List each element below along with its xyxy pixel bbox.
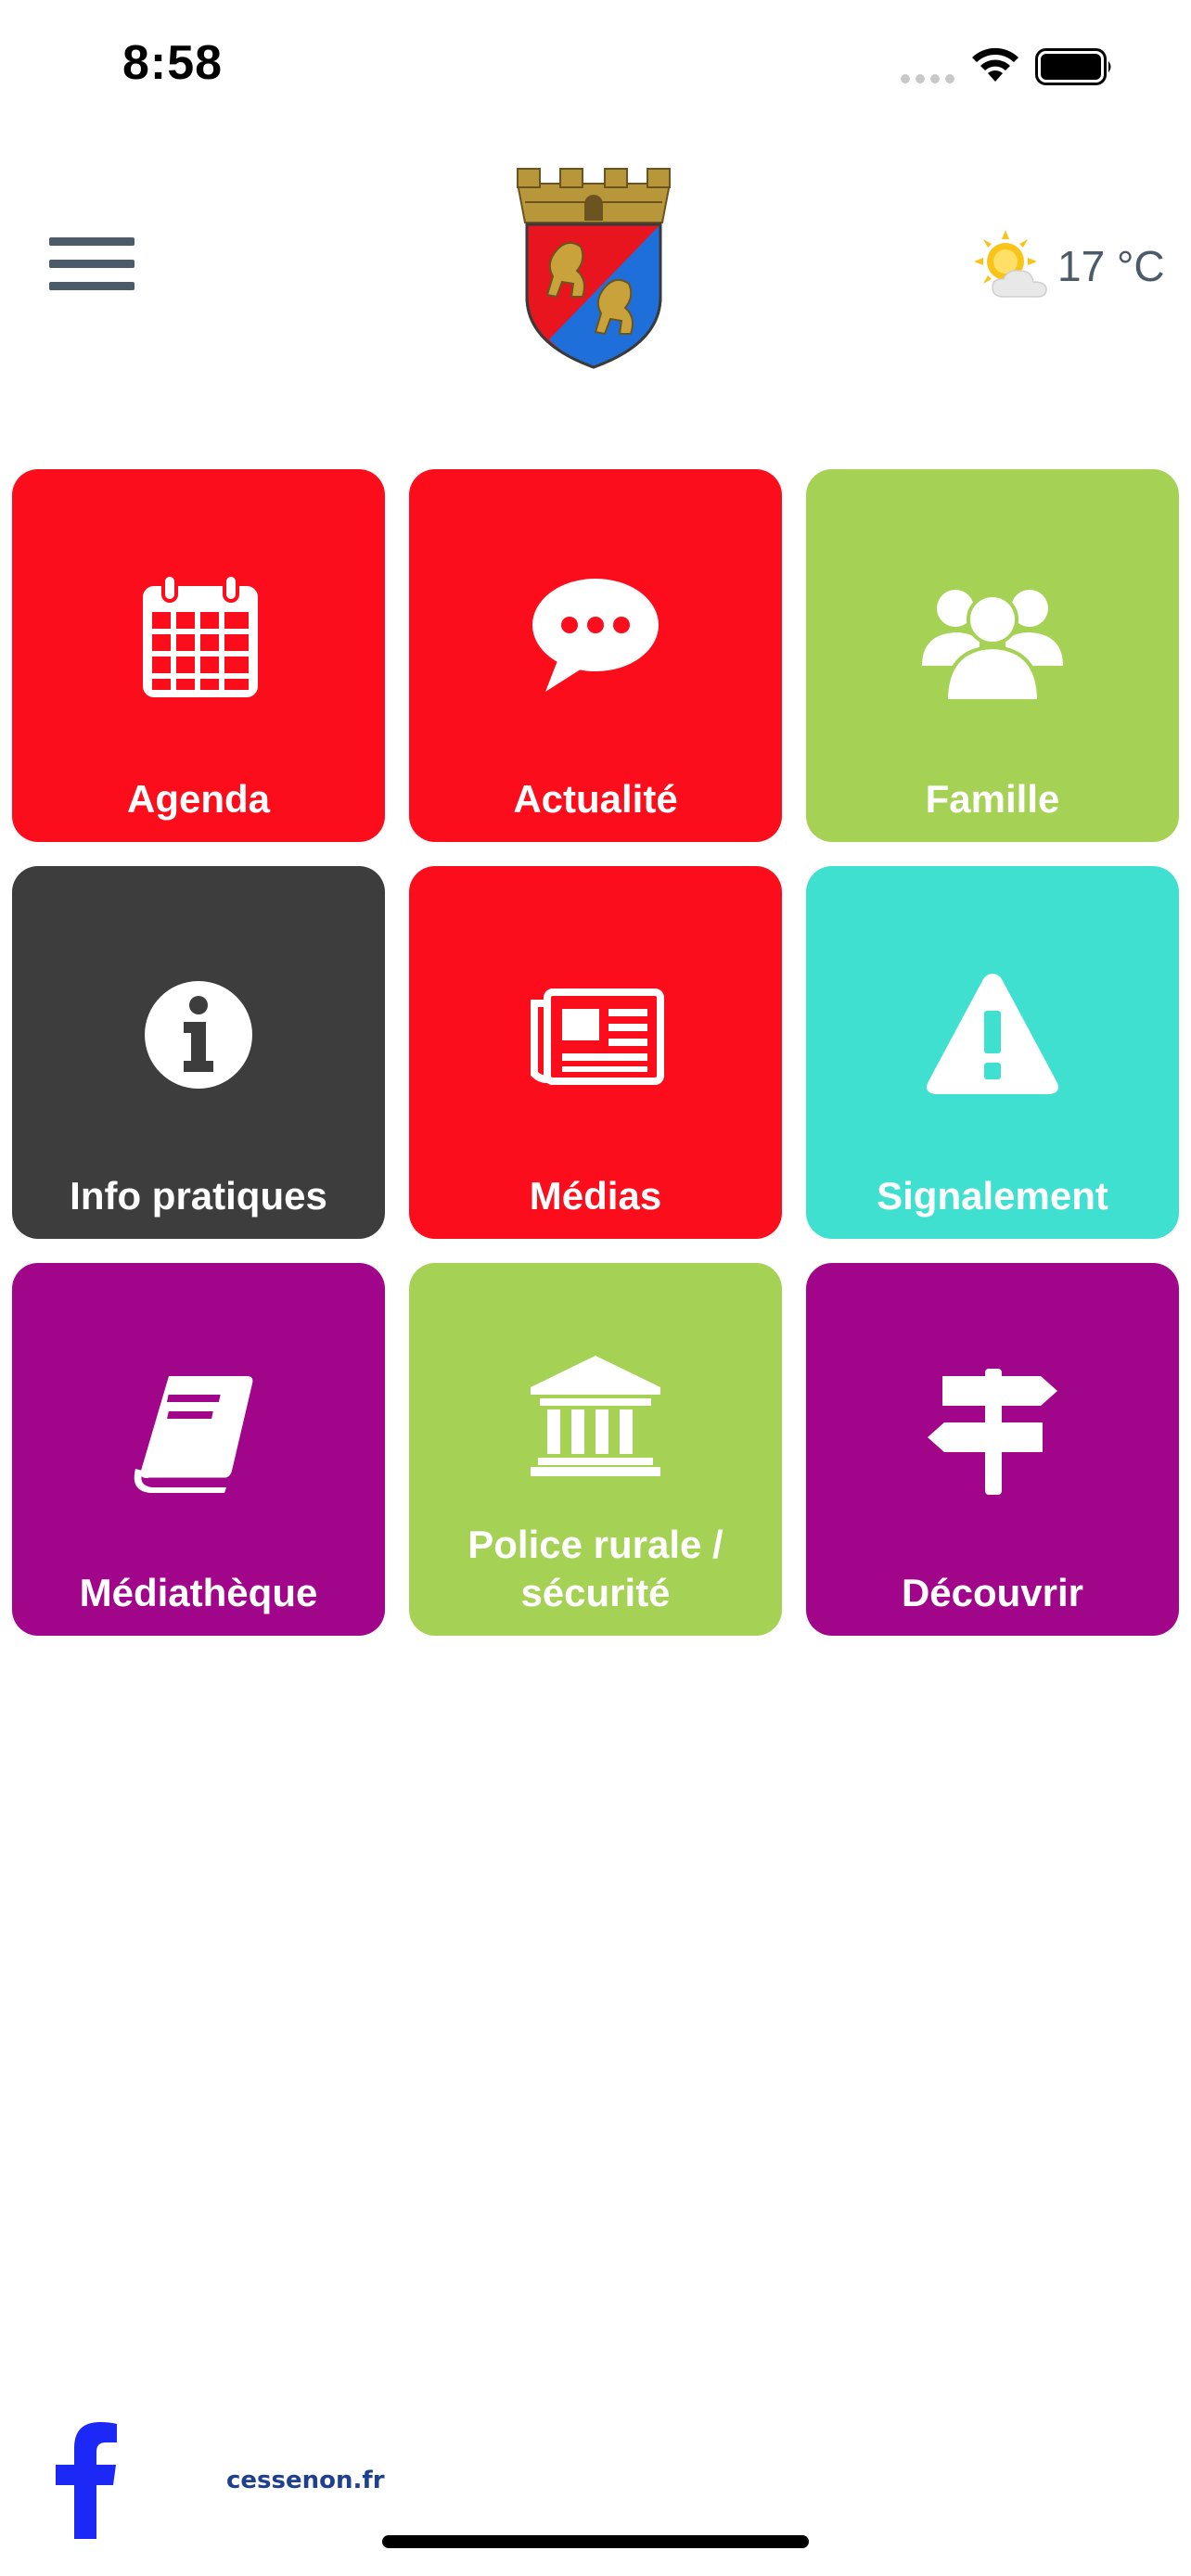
status-time: 8:58 bbox=[122, 36, 224, 90]
cellular-signal-icon bbox=[901, 74, 954, 83]
tile-label: Actualité bbox=[513, 777, 678, 821]
speech-bubble-icon bbox=[532, 579, 659, 692]
tile-medias[interactable]: Médias bbox=[409, 866, 782, 1239]
signpost-icon bbox=[928, 1369, 1057, 1495]
status-bar: 8:58 bbox=[0, 0, 1191, 130]
bank-icon bbox=[531, 1356, 660, 1476]
tile-label: Médiathèque bbox=[79, 1571, 318, 1614]
tile-label: Signalement bbox=[877, 1174, 1108, 1218]
tile-famille[interactable]: Famille bbox=[806, 469, 1179, 842]
footer: cessenon.fr bbox=[0, 2402, 1191, 2576]
tile-signalement[interactable]: Signalement bbox=[806, 866, 1179, 1239]
battery-icon bbox=[1035, 48, 1111, 85]
calendar-icon bbox=[143, 573, 258, 697]
menu-line bbox=[49, 260, 134, 268]
menu-line bbox=[49, 282, 134, 290]
tile-police-rurale[interactable]: Police rurale / sécurité bbox=[409, 1263, 782, 1636]
tile-decouvrir[interactable]: Découvrir bbox=[806, 1263, 1179, 1636]
weather-temperature: 17 °C bbox=[1057, 242, 1165, 290]
tile-label: Info pratiques bbox=[70, 1174, 327, 1218]
header: 17 °C bbox=[0, 139, 1191, 380]
tile-mediatheque[interactable]: Médiathèque bbox=[12, 1263, 385, 1636]
group-icon bbox=[922, 590, 1063, 703]
tile-label: Découvrir bbox=[901, 1571, 1084, 1614]
tile-info-pratiques[interactable]: Info pratiques bbox=[12, 866, 385, 1239]
facebook-icon[interactable] bbox=[52, 2420, 119, 2539]
tile-label: Famille bbox=[925, 777, 1060, 821]
website-link[interactable]: cessenon.fr bbox=[226, 2467, 385, 2494]
weather-widget: 17 °C bbox=[972, 228, 1176, 312]
tile-label: Médias bbox=[529, 1174, 662, 1218]
hamburger-menu-button[interactable] bbox=[45, 232, 137, 297]
sun-cloud-icon bbox=[974, 230, 1047, 298]
menu-line bbox=[49, 237, 134, 246]
info-icon bbox=[145, 981, 252, 1089]
tile-label: Police rurale / sécurité bbox=[467, 1523, 724, 1614]
newspaper-icon bbox=[531, 988, 664, 1085]
wifi-icon bbox=[972, 47, 1018, 82]
tile-agenda[interactable]: Agenda bbox=[12, 469, 385, 842]
city-crest-logo bbox=[516, 168, 672, 369]
tile-label: Agenda bbox=[126, 777, 270, 821]
tile-actualite[interactable]: Actualité bbox=[409, 469, 782, 842]
home-indicator bbox=[382, 2535, 809, 2548]
warning-icon bbox=[927, 974, 1058, 1094]
book-icon bbox=[134, 1376, 253, 1493]
